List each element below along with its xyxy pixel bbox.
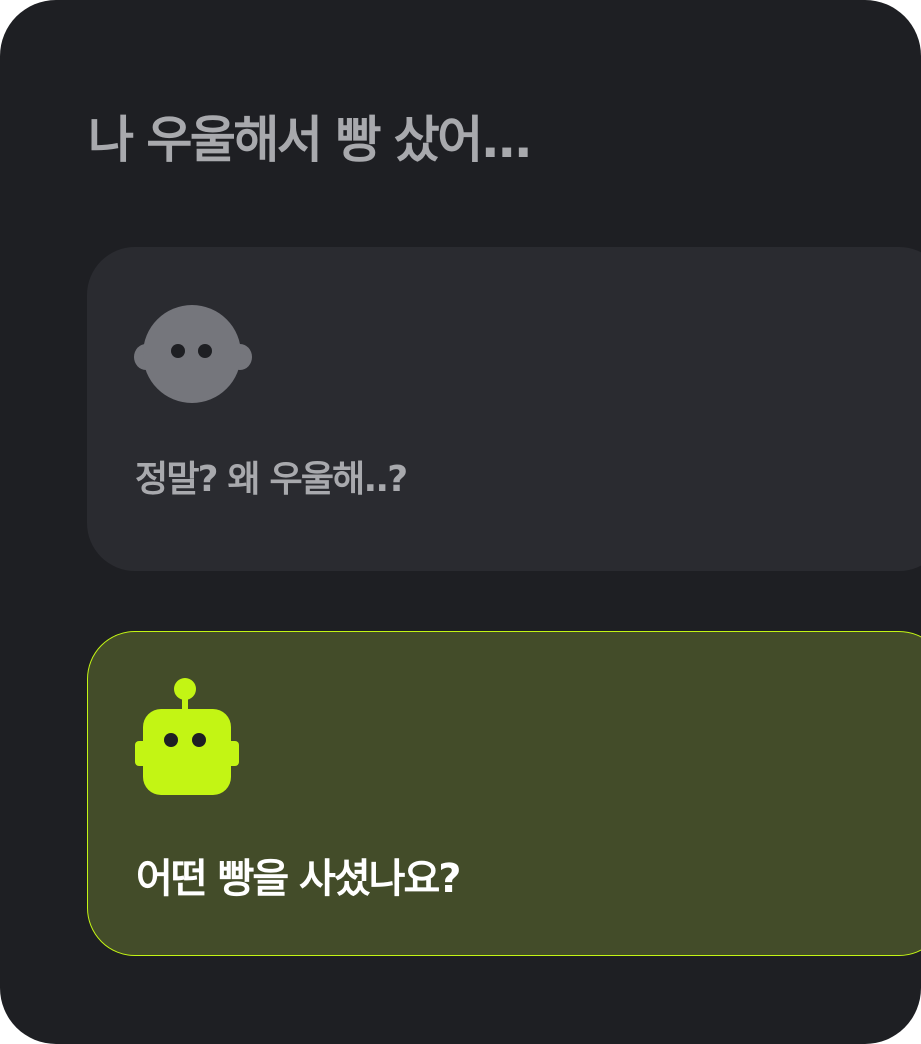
prompt-heading: 나 우울해서 빵 샀어... bbox=[88, 111, 533, 169]
user-face-icon bbox=[134, 305, 252, 403]
message-bubble-user: 정말? 왜 우울해..? bbox=[87, 247, 921, 571]
robot-icon bbox=[135, 678, 239, 795]
message-text: 정말? 왜 우울해..? bbox=[135, 459, 408, 500]
chat-card: 나 우울해서 빵 샀어... 정말? 왜 우울해..? 어떤 빵을 사셨나요? bbox=[0, 0, 921, 1044]
message-text: 어떤 빵을 사셨나요? bbox=[136, 856, 461, 902]
message-bubble-bot: 어떤 빵을 사셨나요? bbox=[87, 631, 921, 956]
